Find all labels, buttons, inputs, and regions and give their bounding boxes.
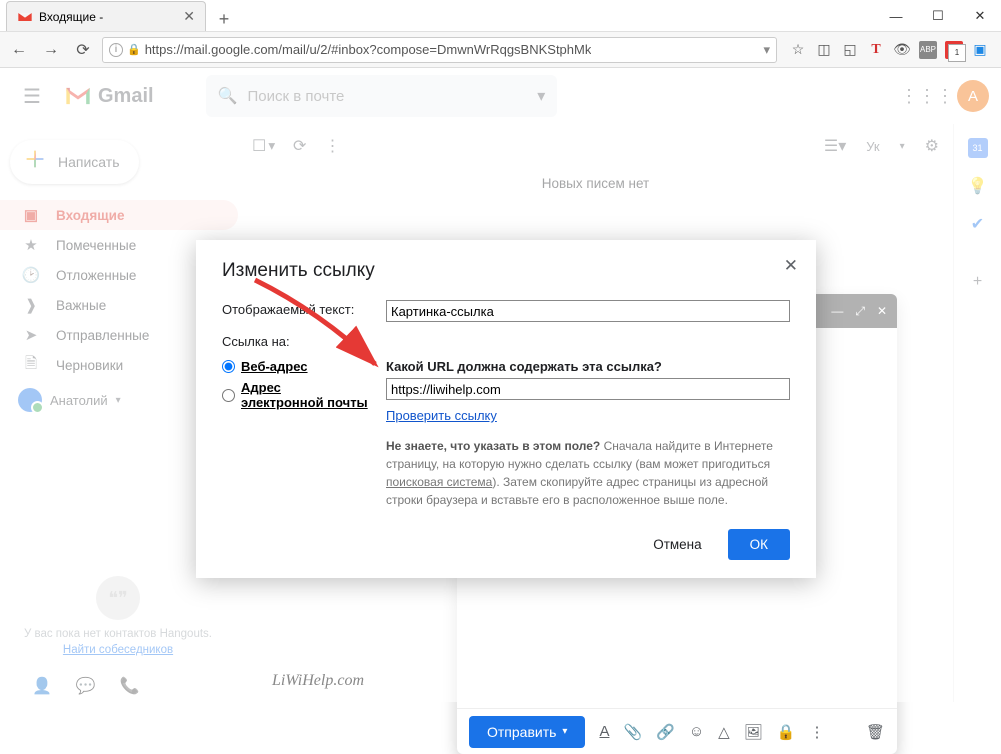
forward-button[interactable]: → bbox=[38, 37, 64, 63]
radio-web-input[interactable] bbox=[222, 360, 235, 373]
url-question: Какой URL должна содержать эта ссылка? bbox=[386, 359, 790, 374]
ext-cast-icon[interactable]: ▣ bbox=[971, 41, 989, 59]
send-label: Отправить bbox=[487, 724, 556, 740]
drive-icon[interactable]: △ bbox=[718, 723, 730, 741]
test-link[interactable]: Проверить ссылку bbox=[386, 408, 497, 423]
lock-icon[interactable]: 🔒 bbox=[777, 723, 796, 741]
dialog-close-icon[interactable]: ✕ bbox=[784, 256, 798, 276]
edit-link-dialog: ✕ Изменить ссылку Отображаемый текст: Сс… bbox=[196, 240, 816, 578]
ok-button[interactable]: ОК bbox=[728, 529, 790, 560]
watermark: LiWiHelp.com bbox=[272, 672, 364, 690]
radio-email-input[interactable] bbox=[222, 389, 235, 402]
attach-icon[interactable]: 📎 bbox=[623, 723, 642, 741]
radio-web-address[interactable]: Веб-адрес bbox=[222, 359, 372, 374]
address-bar[interactable]: i 🔒 https://mail.google.com/mail/u/2/#in… bbox=[102, 37, 777, 63]
url-text: https://mail.google.com/mail/u/2/#inbox?… bbox=[145, 42, 592, 57]
ext-screenshot-icon[interactable]: ◱ bbox=[841, 41, 859, 59]
new-tab-button[interactable]: + bbox=[212, 7, 236, 31]
window-close-icon[interactable]: ✕ bbox=[959, 1, 1001, 31]
trash-icon[interactable]: 🗑 bbox=[866, 723, 885, 741]
link-icon[interactable]: 🔗 bbox=[656, 723, 675, 741]
format-icon[interactable]: A bbox=[599, 723, 609, 740]
more-icon[interactable]: ⋮ bbox=[809, 723, 824, 741]
display-text-input[interactable] bbox=[386, 300, 790, 322]
window-maximize-icon[interactable]: ☐ bbox=[917, 1, 959, 31]
site-info-icon[interactable]: i bbox=[109, 43, 123, 57]
send-button[interactable]: Отправить bbox=[469, 716, 585, 748]
window-minimize-icon[interactable]: — bbox=[875, 1, 917, 31]
bookmark-icon[interactable]: ☆ bbox=[789, 41, 807, 59]
radio-web-label: Веб-адрес bbox=[241, 359, 308, 374]
ext-reader-icon[interactable]: ◫ bbox=[815, 41, 833, 59]
back-button[interactable]: ← bbox=[6, 37, 32, 63]
dialog-title: Изменить ссылку bbox=[222, 260, 790, 282]
radio-email-label: Адресэлектронной почты bbox=[241, 380, 368, 410]
browser-tab[interactable]: Входящие - ✕ bbox=[6, 1, 206, 31]
dropdown-icon[interactable]: ▾ bbox=[763, 42, 770, 58]
reload-button[interactable]: ⟳ bbox=[70, 37, 96, 63]
link-to-label: Ссылка на: bbox=[222, 332, 372, 349]
gmail-favicon bbox=[17, 9, 33, 25]
ext-eye-icon[interactable]: 👁 bbox=[893, 41, 911, 59]
tab-title: Входящие - bbox=[39, 10, 103, 24]
display-text-label: Отображаемый текст: bbox=[222, 300, 372, 317]
ext-text-icon[interactable]: T bbox=[867, 41, 885, 59]
hint-text: Не знаете, что указать в этом поле? Снач… bbox=[386, 437, 790, 509]
ext-abp-icon[interactable]: ABP bbox=[919, 41, 937, 59]
radio-email-address[interactable]: Адресэлектронной почты bbox=[222, 380, 372, 410]
lock-icon: 🔒 bbox=[127, 43, 141, 56]
cancel-button[interactable]: Отмена bbox=[639, 529, 715, 560]
url-input[interactable] bbox=[386, 378, 790, 400]
ext-badge-icon[interactable]: 1 bbox=[945, 41, 963, 59]
tab-close-icon[interactable]: ✕ bbox=[183, 8, 195, 25]
image-icon[interactable]: 🖼 bbox=[744, 723, 763, 741]
emoji-icon[interactable]: ☺ bbox=[689, 723, 704, 740]
